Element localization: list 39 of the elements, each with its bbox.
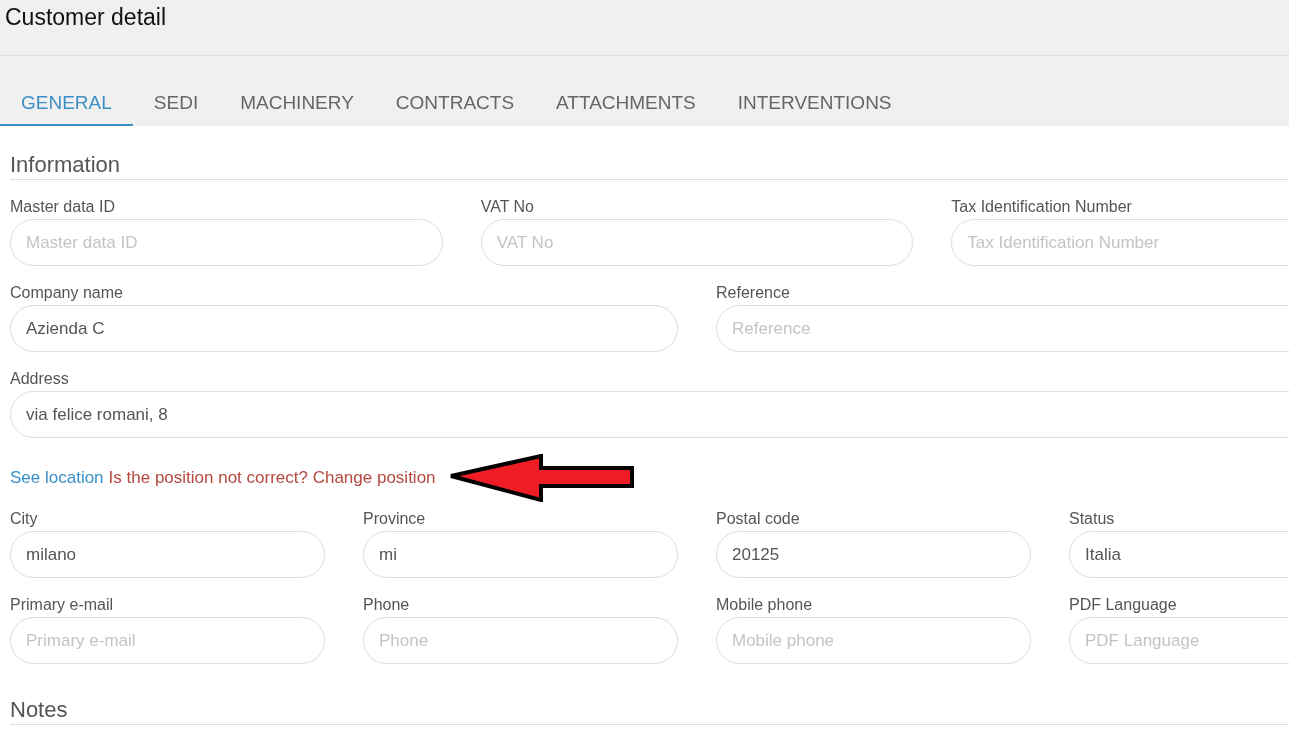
input-field[interactable]: Azienda C xyxy=(10,305,678,352)
field-label: Address xyxy=(10,370,70,389)
input-field[interactable]: mi xyxy=(363,531,678,578)
field-label: Phone xyxy=(363,596,411,615)
field-label: Postal code xyxy=(716,510,801,529)
field-label: City xyxy=(10,510,39,529)
tab[interactable]: ATTACHMENTS xyxy=(535,56,717,126)
field-label: Mobile phone xyxy=(716,596,814,615)
page-title: Customer detail xyxy=(0,0,1289,56)
tab[interactable]: GENERAL xyxy=(0,56,133,126)
input-field[interactable]: via felice romani, 8 xyxy=(10,391,1289,438)
see-location-link[interactable]: See location xyxy=(10,468,104,488)
input-field[interactable]: Tax Identification Number xyxy=(951,219,1289,266)
field-label: Company name xyxy=(10,284,124,303)
section-heading: Notes xyxy=(10,664,1289,725)
input-field[interactable]: PDF Language xyxy=(1069,617,1289,664)
tab[interactable]: MACHINERY xyxy=(219,56,375,126)
input-field[interactable]: Master data ID xyxy=(10,219,443,266)
input-field[interactable]: 20125 xyxy=(716,531,1031,578)
field-label: Province xyxy=(363,510,427,529)
change-position-link[interactable]: Is the position not correct? Change position xyxy=(108,468,436,488)
field-label: VAT No xyxy=(480,198,535,217)
tab[interactable]: CONTRACTS xyxy=(374,56,536,126)
field-label: Status xyxy=(1069,510,1116,529)
field-label: Primary e-mail xyxy=(10,596,115,615)
input-field[interactable]: Primary e-mail xyxy=(10,617,325,664)
input-field[interactable]: Phone xyxy=(363,617,678,664)
input-field[interactable]: VAT No xyxy=(480,219,914,266)
input-field[interactable]: Mobile phone xyxy=(716,617,1031,664)
field-label: Reference xyxy=(716,284,791,303)
field-label: Master data ID xyxy=(10,198,116,217)
input-field[interactable]: Reference xyxy=(716,305,1289,352)
input-field[interactable]: milano xyxy=(10,531,325,578)
tab[interactable]: SEDI xyxy=(132,56,220,126)
section-heading: Information xyxy=(10,126,1289,180)
field-label: Tax Identification Number xyxy=(951,198,1133,217)
field-label: PDF Language xyxy=(1069,596,1178,615)
input-field[interactable]: Italia xyxy=(1069,531,1289,578)
tab[interactable]: INTERVENTIONS xyxy=(716,56,913,126)
